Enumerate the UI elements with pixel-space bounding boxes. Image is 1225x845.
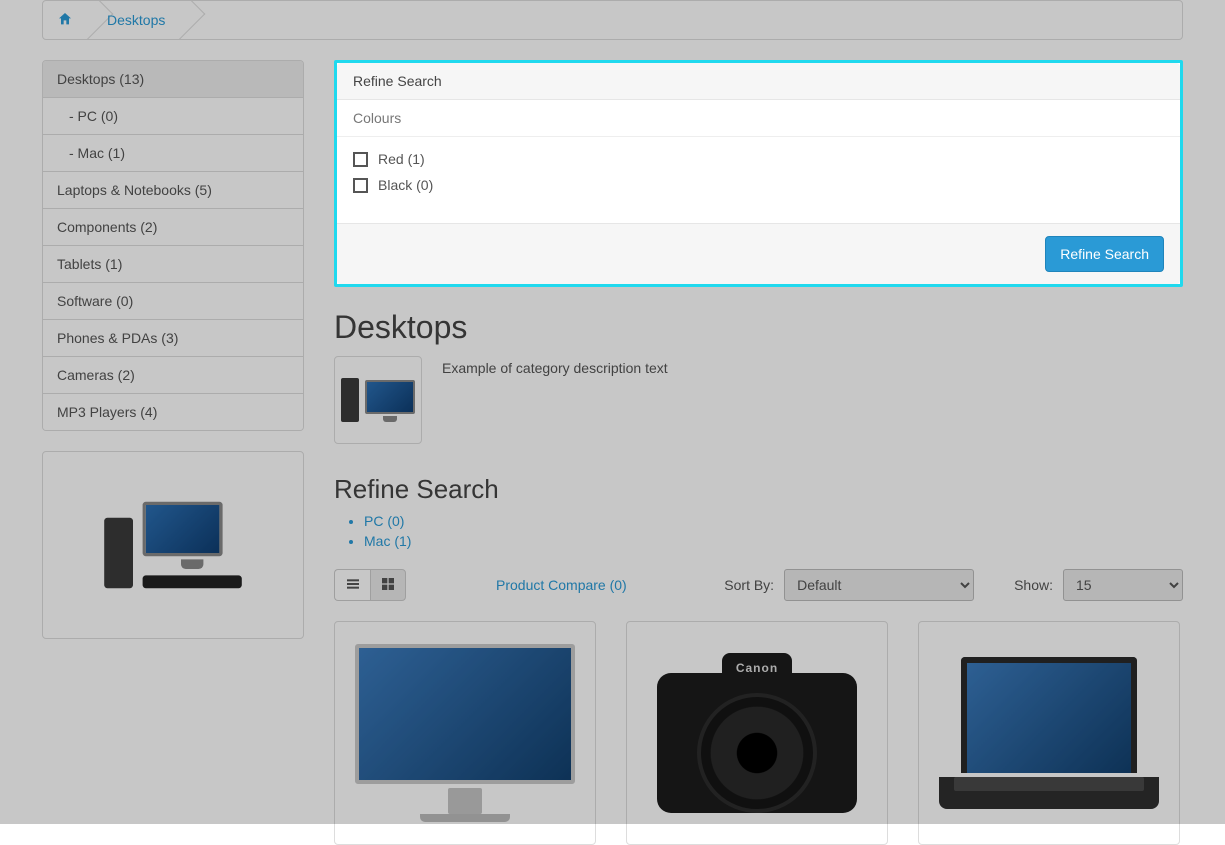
sidebar-item-mac[interactable]: - Mac (1) — [43, 134, 303, 171]
refine-option-red[interactable]: Red (1) — [353, 151, 1164, 167]
refine-panel-footer: Refine Search — [337, 223, 1180, 284]
sidebar-item-desktops[interactable]: Desktops (13) — [43, 61, 303, 97]
sidebar-item-label: Phones & PDAs (3) — [57, 330, 178, 346]
sidebar-item-pc[interactable]: - PC (0) — [43, 97, 303, 134]
sidebar-item-tablets[interactable]: Tablets (1) — [43, 245, 303, 282]
monitor-illustration — [355, 644, 575, 822]
refine-panel-title-text: Refine Search — [353, 73, 442, 89]
laptop-illustration — [939, 657, 1159, 809]
product-grid: Canon — [334, 621, 1183, 845]
checkbox-icon — [353, 152, 368, 167]
sort-label-text: Sort By: — [724, 577, 774, 593]
category-description-text: Example of category description text — [442, 360, 668, 376]
refine-link-mac[interactable]: Mac (1) — [364, 533, 1183, 549]
main-content: Refine Search Colours Red (1) Black (0) — [334, 60, 1183, 845]
list-icon — [345, 576, 361, 595]
sidebar-item-components[interactable]: Components (2) — [43, 208, 303, 245]
sidebar-item-cameras[interactable]: Cameras (2) — [43, 356, 303, 393]
refine-search-panel: Refine Search Colours Red (1) Black (0) — [337, 63, 1180, 284]
refine-section-title-text: Refine Search — [334, 474, 499, 504]
product-card-camera[interactable]: Canon — [626, 621, 888, 845]
sidebar-item-laptops[interactable]: Laptops & Notebooks (5) — [43, 171, 303, 208]
sidebar-item-label: - PC (0) — [69, 108, 118, 124]
sort-by-select[interactable]: Default — [784, 569, 974, 601]
sort-by-label: Sort By: — [724, 577, 774, 593]
sidebar-item-label: Laptops & Notebooks (5) — [57, 182, 212, 198]
category-list: Desktops (13) - PC (0) - Mac (1) Laptops… — [42, 60, 304, 431]
breadcrumb-item[interactable]: Desktops — [93, 1, 185, 39]
view-list-button[interactable] — [334, 569, 370, 601]
sidebar-item-software[interactable]: Software (0) — [43, 282, 303, 319]
desktop-illustration — [341, 378, 415, 422]
page-title: Desktops — [334, 309, 1183, 346]
sidebar-item-label: - Mac (1) — [69, 145, 125, 161]
category-description: Example of category description text — [442, 356, 668, 376]
page-title-text: Desktops — [334, 309, 467, 345]
show-select[interactable]: 15 — [1063, 569, 1183, 601]
product-card-monitor[interactable] — [334, 621, 596, 845]
show-label-text: Show: — [1014, 577, 1053, 593]
sidebar: Desktops (13) - PC (0) - Mac (1) Laptops… — [42, 60, 304, 639]
camera-illustration: Canon — [647, 643, 867, 823]
refine-option-black[interactable]: Black (0) — [353, 177, 1164, 193]
refine-button-label: Refine Search — [1060, 246, 1149, 262]
sort-group: Sort By: Default Show: 15 — [724, 569, 1183, 601]
sidebar-item-label: Cameras (2) — [57, 367, 135, 383]
refine-panel-title: Refine Search — [337, 63, 1180, 100]
desktop-illustration — [104, 502, 242, 588]
refine-group-label-text: Colours — [353, 110, 401, 126]
sidebar-promo-image[interactable] — [42, 451, 304, 639]
product-toolbar: Product Compare (0) Sort By: Default Sho… — [334, 569, 1183, 601]
refine-section-title: Refine Search — [334, 474, 1183, 505]
refine-options: Red (1) Black (0) — [337, 137, 1180, 223]
refine-search-panel-highlight: Refine Search Colours Red (1) Black (0) — [334, 60, 1183, 287]
grid-icon — [380, 576, 396, 595]
sidebar-item-label: MP3 Players (4) — [57, 404, 157, 420]
refine-link-pc[interactable]: PC (0) — [364, 513, 1183, 529]
sidebar-item-phones[interactable]: Phones & PDAs (3) — [43, 319, 303, 356]
refine-option-label: Red (1) — [378, 151, 425, 167]
refine-link-label: Mac (1) — [364, 533, 411, 549]
breadcrumb-home[interactable] — [43, 1, 93, 39]
home-icon — [57, 11, 73, 30]
view-grid-button[interactable] — [370, 569, 406, 601]
sidebar-item-mp3[interactable]: MP3 Players (4) — [43, 393, 303, 430]
refine-search-button[interactable]: Refine Search — [1045, 236, 1164, 272]
view-toggle — [334, 569, 406, 601]
breadcrumb: Desktops — [42, 0, 1183, 40]
sidebar-item-label: Software (0) — [57, 293, 133, 309]
breadcrumb-label: Desktops — [107, 12, 165, 28]
sidebar-item-label: Components (2) — [57, 219, 157, 235]
compare-link-label: Product Compare (0) — [496, 577, 627, 593]
checkbox-icon — [353, 178, 368, 193]
product-card-laptop[interactable] — [918, 621, 1180, 845]
refine-group-label: Colours — [337, 100, 1180, 137]
sidebar-item-label: Tablets (1) — [57, 256, 122, 272]
refine-link-label: PC (0) — [364, 513, 404, 529]
product-compare-link[interactable]: Product Compare (0) — [496, 577, 627, 593]
refine-link-list: PC (0) Mac (1) — [364, 513, 1183, 549]
show-label: Show: — [1014, 577, 1053, 593]
category-thumbnail[interactable] — [334, 356, 422, 444]
refine-option-label: Black (0) — [378, 177, 433, 193]
show-group: Show: 15 — [1014, 569, 1183, 601]
sidebar-item-label: Desktops (13) — [57, 71, 144, 87]
